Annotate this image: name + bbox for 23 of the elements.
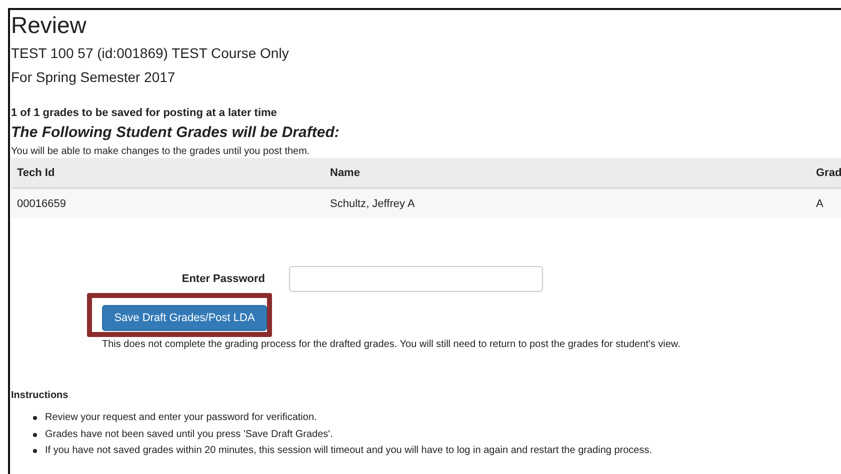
instruction-text: Grades have not been saved until you press 'Save Draft Grades'. <box>45 428 333 442</box>
section-heading: The Following Student Grades will be Drafted: <box>11 123 340 143</box>
instruction-text: Review your request and enter your password for verification. <box>45 411 317 426</box>
grades-summary: 1 of 1 grades to be saved for posting at a later time <box>11 106 278 120</box>
table-cell-text: A <box>816 198 824 210</box>
instructions-title: Instructions <box>11 389 70 402</box>
page-title: Review <box>11 12 88 38</box>
column-header: Name <box>330 166 361 178</box>
table-cell-text: Schultz, Jeffrey A <box>330 198 416 210</box>
column-header: Tech Id <box>16 166 56 178</box>
info-text: You will be able to make changes to the grades until you post them. <box>11 145 311 158</box>
password-field[interactable] <box>289 266 543 292</box>
course-name: TEST 100 57 (id:001869) TEST Course Only <box>11 44 290 62</box>
instruction-text: If you have not saved grades within 20 minutes, this session will timeout and you will have to log in again and restart the grading process. <box>45 444 652 458</box>
table-cell-text: 00016659 <box>16 198 67 210</box>
column-header: Grad <box>816 166 841 178</box>
term-label: For Spring Semester 2017 <box>11 68 176 86</box>
password-label: Enter Password <box>180 273 266 285</box>
bullet-icon <box>33 449 37 454</box>
bullet-icon <box>33 416 37 420</box>
note-text: This does not complete the grading process for the drafted grades. You will still need to return to post the grades for student's view. <box>102 338 682 351</box>
save-button[interactable]: Save Draft Grades/Post LDA <box>102 305 267 331</box>
bullet-icon <box>33 432 37 437</box>
